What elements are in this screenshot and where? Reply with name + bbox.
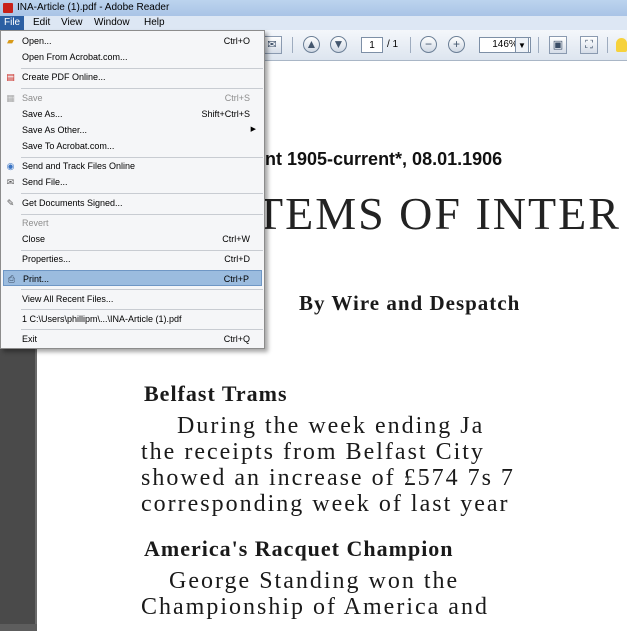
body-line: George Standing won the (169, 568, 460, 594)
save-icon: ▦ (6, 93, 15, 103)
menu-item-send-file[interactable]: ✉ Send File... (1, 174, 264, 190)
toolbar-separator (292, 37, 293, 53)
article-headline: TEMS OF INTER (255, 188, 621, 239)
menu-separator (21, 88, 263, 89)
zoom-out-icon[interactable]: − (420, 36, 437, 53)
toolbar-separator (607, 37, 608, 53)
toolbar-separator (410, 37, 411, 53)
previous-page-icon[interactable]: ▲ (303, 36, 320, 53)
menu-item-properties[interactable]: Properties... Ctrl+D (1, 251, 264, 267)
body-line: During the week ending Ja (177, 413, 485, 439)
file-menu: ▰ Open... Ctrl+O Open From Acrobat.com..… (0, 30, 265, 349)
menu-item-create-pdf-online[interactable]: ▤ Create PDF Online... (1, 69, 264, 85)
next-page-icon[interactable]: ▼ (330, 36, 347, 53)
page-total: / 1 (387, 39, 399, 50)
printer-icon: ⎙ (7, 274, 16, 284)
menu-item-close[interactable]: Close Ctrl+W (1, 231, 264, 247)
comment-icon[interactable] (616, 38, 627, 52)
menu-item-get-documents-signed[interactable]: ✎ Get Documents Signed... (1, 195, 264, 211)
fit-page-icon[interactable]: ▣ (549, 36, 567, 54)
adobe-reader-icon (3, 3, 13, 13)
send-track-icon: ◉ (6, 161, 15, 171)
menu-help[interactable]: Help (140, 16, 169, 30)
menu-item-save[interactable]: ▦ Save Ctrl+S (1, 90, 264, 106)
zoom-in-icon[interactable]: + (448, 36, 465, 53)
menu-view[interactable]: View (57, 16, 87, 30)
envelope-icon: ✉ (6, 177, 15, 187)
menu-edit[interactable]: Edit (29, 16, 54, 30)
body-line: corresponding week of last year (141, 491, 510, 517)
menu-item-print[interactable]: ⎙ Print... Ctrl+P (3, 270, 262, 286)
menu-item-exit[interactable]: Exit Ctrl+Q (1, 331, 264, 347)
menu-window[interactable]: Window (90, 16, 134, 30)
menu-bar: File Edit View Window Help (0, 16, 627, 30)
menu-item-view-all-recent[interactable]: View All Recent Files... (1, 291, 264, 307)
document-meta-line: ent 1905-current*, 08.01.1906 (255, 149, 503, 169)
menu-file[interactable]: File (0, 16, 25, 30)
body-line: the receipts from Belfast City (141, 439, 485, 465)
menu-item-send-and-track[interactable]: ◉ Send and Track Files Online (1, 158, 264, 174)
menu-item-open-from-acrobat[interactable]: Open From Acrobat.com... (1, 49, 264, 65)
menu-item-save-as-other[interactable]: Save As Other... ▶ (1, 122, 264, 138)
menu-item-save-as[interactable]: Save As... Shift+Ctrl+S (1, 106, 264, 122)
toolbar-separator (538, 37, 539, 53)
zoom-dropdown-icon[interactable]: ▼ (515, 37, 529, 53)
window-title: INA-Article (1).pdf - Adobe Reader (17, 2, 170, 13)
menu-separator (21, 193, 263, 194)
title-bar: INA-Article (1).pdf - Adobe Reader (0, 0, 627, 16)
menu-item-revert[interactable]: Revert (1, 215, 264, 231)
folder-open-icon: ▰ (7, 36, 14, 46)
menu-item-open[interactable]: ▰ Open... Ctrl+O (1, 33, 264, 49)
body-line: showed an increase of £574 7s 7 (141, 465, 515, 491)
menu-item-recent-file-1[interactable]: 1 C:\Users\phillipm\...\INA-Article (1).… (1, 311, 264, 327)
full-screen-icon[interactable]: ⛶ (580, 36, 598, 54)
body-line: Championship of America and (141, 594, 489, 620)
email-icon[interactable]: ✉ (262, 36, 282, 54)
create-pdf-icon: ▤ (6, 72, 15, 82)
section-title: Belfast Trams (144, 381, 288, 406)
menu-separator (21, 329, 263, 330)
menu-separator (21, 309, 263, 310)
article-byline: By Wire and Despatch (299, 291, 521, 315)
section-title: America's Racquet Champion (144, 536, 454, 561)
page-number-input[interactable]: 1 (361, 37, 383, 53)
menu-item-save-to-acrobat[interactable]: Save To Acrobat.com... (1, 138, 264, 154)
menu-separator (21, 289, 263, 290)
submenu-arrow-icon: ▶ (250, 126, 256, 133)
sign-document-icon: ✎ (6, 198, 15, 208)
